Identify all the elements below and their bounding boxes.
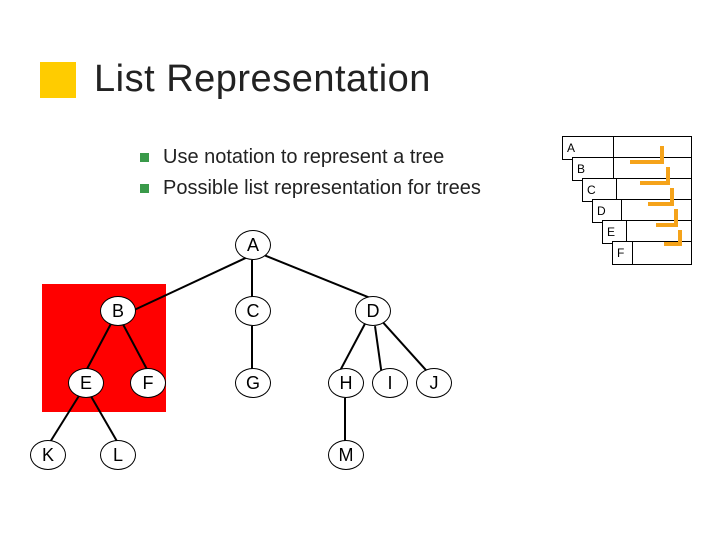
tree-node-c: C xyxy=(235,296,271,326)
tree-edge xyxy=(252,260,254,298)
tree-node-a: A xyxy=(235,230,271,260)
connector-arrow xyxy=(640,181,670,185)
tree-node-k: K xyxy=(30,440,66,470)
connector-arrow xyxy=(648,202,674,206)
stack-cell-tail xyxy=(633,241,692,265)
tree-diagram: A B C D E F G H I J K L M xyxy=(0,230,500,530)
title-accent-square xyxy=(40,62,76,98)
connector-arrow xyxy=(656,223,678,227)
tree-node-f: F xyxy=(130,368,166,398)
tree-edge xyxy=(345,398,347,442)
tree-node-i: I xyxy=(372,368,408,398)
tree-node-b: B xyxy=(100,296,136,326)
connector-arrow xyxy=(666,167,670,181)
bullet-list: Use notation to represent a tree Possibl… xyxy=(140,146,481,208)
connector-arrow xyxy=(674,209,678,223)
slide-title: List Representation xyxy=(94,58,431,101)
tree-node-j: J xyxy=(416,368,452,398)
connector-arrow xyxy=(630,160,664,164)
tree-edge xyxy=(339,323,366,371)
connector-arrow xyxy=(664,242,682,246)
connector-arrow xyxy=(660,146,664,160)
list-cells-diagram: A B C D E F xyxy=(562,136,692,265)
connector-arrow xyxy=(678,230,682,242)
tree-node-g: G xyxy=(235,368,271,398)
tree-edge xyxy=(383,322,430,374)
tree-node-d: D xyxy=(355,296,391,326)
tree-node-e: E xyxy=(68,368,104,398)
bullet-icon xyxy=(140,184,149,193)
stack-cell-f: F xyxy=(612,241,633,265)
tree-edge xyxy=(263,254,382,303)
tree-node-m: M xyxy=(328,440,364,470)
tree-edge xyxy=(375,326,383,372)
bullet-2: Possible list representation for trees xyxy=(163,177,481,200)
bullet-icon xyxy=(140,153,149,162)
connector-arrow xyxy=(670,188,674,202)
tree-node-h: H xyxy=(328,368,364,398)
tree-edge xyxy=(252,326,254,370)
tree-node-l: L xyxy=(100,440,136,470)
bullet-1: Use notation to represent a tree xyxy=(163,146,444,169)
